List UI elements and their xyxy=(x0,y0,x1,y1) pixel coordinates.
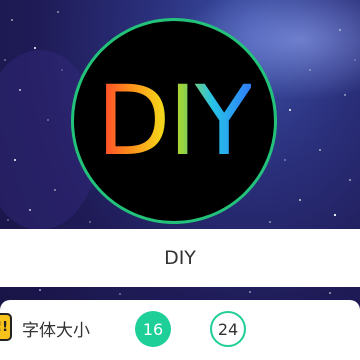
font-size-label: 字体大小 xyxy=(22,321,90,341)
preview-text: DIY xyxy=(96,65,254,177)
font-size-icon: !! xyxy=(0,313,12,341)
preview-circle: DIY xyxy=(71,18,277,224)
text-input-value[interactable]: DIY xyxy=(164,247,196,269)
diy-screen: DIY DIY !! 字体大小 16 24 xyxy=(0,0,360,360)
font-size-option-24[interactable]: 24 xyxy=(210,311,246,347)
font-size-option-16[interactable]: 16 xyxy=(135,311,171,347)
font-size-panel: !! 字体大小 16 24 xyxy=(0,300,360,360)
text-input-bar[interactable]: DIY xyxy=(0,229,360,287)
